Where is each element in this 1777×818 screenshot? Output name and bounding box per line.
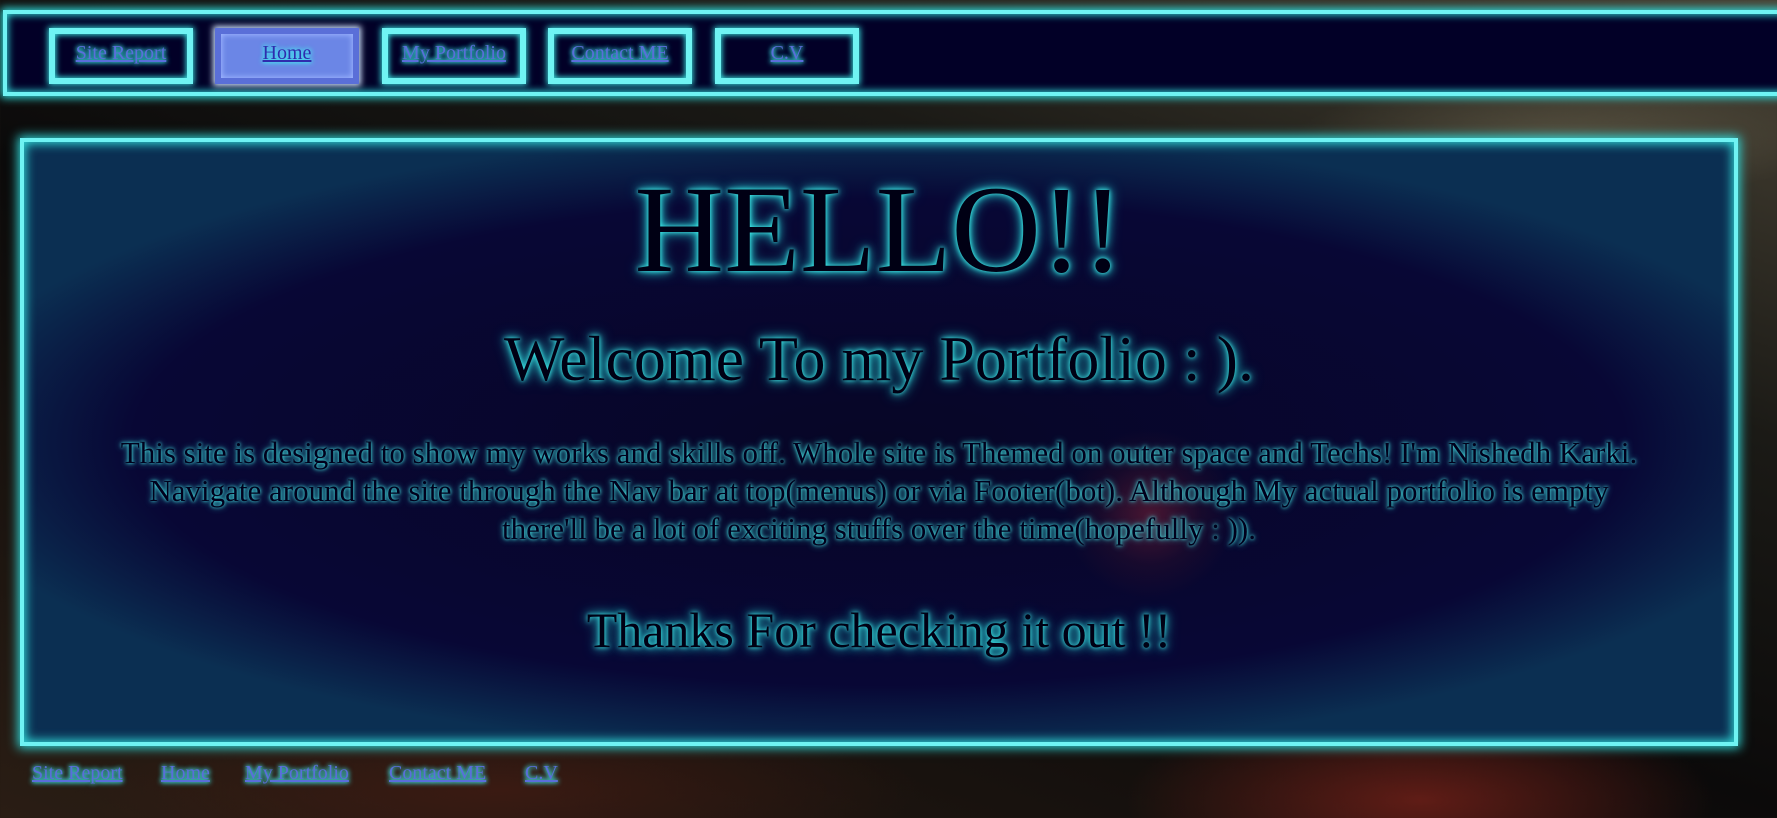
footer-link-home[interactable]: Home bbox=[161, 762, 210, 785]
hello-heading: HELLO!! bbox=[634, 161, 1124, 298]
welcome-subheading: Welcome To my Portfolio : ). bbox=[504, 323, 1254, 394]
nav-button-cv[interactable]: C.V bbox=[715, 28, 859, 84]
top-nav-bar: Site Report Home My Portfolio Contact ME… bbox=[3, 10, 1777, 96]
nav-button-home[interactable]: Home bbox=[215, 28, 359, 84]
nav-link-site-report[interactable]: Site Report bbox=[76, 42, 167, 64]
footer-link-my-portfolio[interactable]: My Portfolio bbox=[245, 762, 349, 785]
intro-line: This site is designed to show my works a… bbox=[120, 435, 1638, 470]
footer-link-contact-me[interactable]: Contact ME bbox=[389, 762, 486, 785]
nav-button-my-portfolio[interactable]: My Portfolio bbox=[382, 28, 526, 84]
footer-nav: Site Report Home My Portfolio Contact ME… bbox=[0, 762, 800, 792]
nav-link-home[interactable]: Home bbox=[263, 42, 312, 64]
intro-line: there'll be a lot of exciting stuffs ove… bbox=[502, 511, 1256, 546]
nav-link-cv[interactable]: C.V bbox=[771, 42, 804, 64]
nav-link-contact-me[interactable]: Contact ME bbox=[571, 42, 668, 64]
nav-link-my-portfolio[interactable]: My Portfolio bbox=[402, 42, 506, 64]
nav-button-site-report[interactable]: Site Report bbox=[49, 28, 193, 84]
footer-link-site-report[interactable]: Site Report bbox=[32, 762, 123, 785]
intro-line: Navigate around the site through the Nav… bbox=[149, 473, 1609, 508]
intro-paragraph: This site is designed to show my works a… bbox=[54, 434, 1704, 548]
nav-button-contact-me[interactable]: Contact ME bbox=[548, 28, 692, 84]
footer-link-cv[interactable]: C.V bbox=[525, 762, 558, 785]
thanks-message: Thanks For checking it out !! bbox=[586, 602, 1172, 658]
main-content-panel: HELLO!! Welcome To my Portfolio : ). Thi… bbox=[20, 138, 1738, 746]
